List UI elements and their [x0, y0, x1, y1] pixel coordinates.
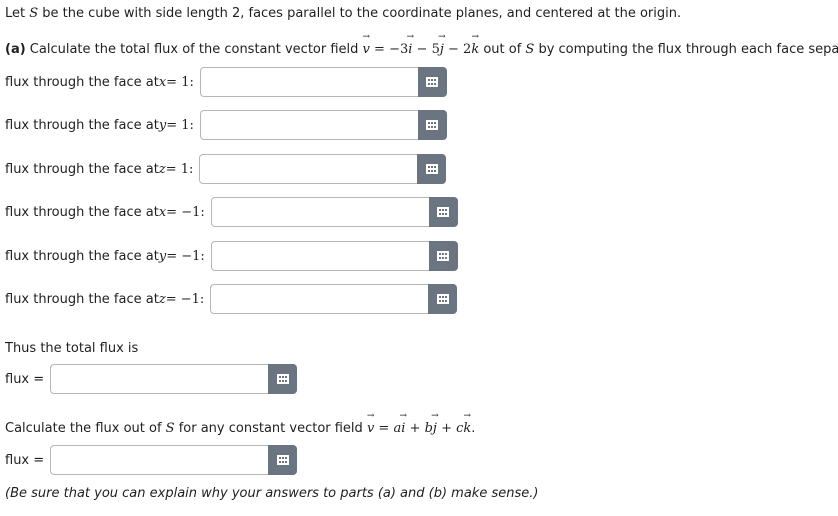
grid-icon[interactable]	[428, 241, 458, 271]
face-var: y	[158, 117, 167, 133]
face-eq: = −1:	[165, 291, 205, 307]
answer-group	[199, 154, 447, 184]
flux-label: flux =	[5, 452, 45, 468]
part-a-prompt: (a) Calculate the total flux of the cons…	[5, 42, 838, 57]
face-var: y	[158, 248, 167, 264]
plus: +	[405, 421, 425, 436]
intro-text-a: Let	[5, 6, 30, 21]
period: .	[471, 421, 476, 436]
part-a-coef-k: − 2	[443, 42, 472, 57]
part-b-text2: for any constant vector field	[174, 421, 367, 436]
part-b-text: Calculate the flux out of	[5, 421, 166, 436]
answer-input-face-z-pos[interactable]	[199, 154, 418, 184]
flux-label: flux =	[5, 371, 45, 387]
part-b-flux-row: flux =	[5, 445, 298, 475]
answer-input-face-x-pos[interactable]	[199, 67, 418, 97]
part-a-label: (a)	[5, 42, 26, 57]
face-label: flux through the face at	[5, 248, 159, 264]
part-b-prompt: Calculate the flux out of S for any cons…	[5, 421, 475, 436]
surface-symbol: S	[525, 42, 535, 57]
unit-i: i	[408, 42, 412, 57]
answer-input-face-y-pos[interactable]	[199, 110, 418, 140]
unit-k: k	[463, 421, 471, 436]
surface-symbol: S	[29, 6, 39, 21]
unit-j: j	[433, 421, 437, 436]
face-row-z-pos: flux through the face at z = 1:	[5, 154, 447, 184]
grid-icon[interactable]	[428, 284, 458, 314]
grid-icon[interactable]	[268, 445, 298, 475]
answer-group	[199, 67, 447, 97]
part-b-eq: =	[374, 421, 394, 436]
face-var: z	[158, 161, 166, 177]
part-a-coef-j: − 5	[412, 42, 440, 57]
coef-c: c	[456, 421, 464, 436]
face-eq: = 1:	[166, 117, 194, 133]
answer-input-general-flux[interactable]	[50, 445, 269, 475]
face-row-y-neg: flux through the face at y = −1:	[5, 241, 458, 271]
grid-icon[interactable]	[417, 110, 447, 140]
answer-input-total-flux[interactable]	[50, 364, 269, 394]
explanation-note: (Be sure that you can explain why your a…	[5, 486, 539, 501]
face-eq: = 1:	[165, 161, 194, 177]
grid-icon[interactable]	[268, 364, 298, 394]
face-var: x	[158, 74, 167, 90]
answer-input-face-x-neg[interactable]	[210, 197, 429, 227]
grid-icon[interactable]	[417, 67, 447, 97]
coef-a: a	[393, 421, 402, 436]
face-label: flux through the face at	[5, 161, 159, 177]
face-eq: = 1:	[166, 74, 194, 90]
answer-group	[210, 241, 458, 271]
total-flux-row: flux =	[5, 364, 298, 394]
vector-v: v	[363, 42, 370, 57]
face-label: flux through the face at	[5, 291, 159, 307]
intro-text-b: be the cube with side length 2, faces pa…	[38, 6, 682, 21]
unit-k: k	[471, 42, 479, 57]
part-a-eq: = −3	[369, 42, 409, 57]
face-label: flux through the face at	[5, 74, 159, 90]
vector-v: v	[367, 421, 374, 436]
unit-j: j	[440, 42, 444, 57]
face-row-y-pos: flux through the face at y = 1:	[5, 110, 447, 140]
part-a-text: Calculate the total flux of the constant…	[25, 42, 363, 57]
face-label: flux through the face at	[5, 204, 159, 220]
part-a-text3: by computing the flux through each face …	[538, 42, 838, 57]
answer-input-face-z-neg[interactable]	[210, 284, 429, 314]
answer-group	[199, 110, 447, 140]
total-flux-text: Thus the total flux is	[5, 341, 139, 356]
face-eq: = −1:	[166, 204, 205, 220]
face-eq: = −1:	[166, 248, 205, 264]
coef-b: b	[424, 421, 433, 436]
grid-icon[interactable]	[428, 197, 458, 227]
unit-i: i	[401, 421, 405, 436]
answer-input-face-y-neg[interactable]	[210, 241, 429, 271]
answer-group	[50, 364, 298, 394]
face-var: x	[158, 204, 167, 220]
face-row-x-neg: flux through the face at x = −1:	[5, 197, 458, 227]
face-row-x-pos: flux through the face at x = 1:	[5, 67, 447, 97]
face-label: flux through the face at	[5, 117, 159, 133]
part-a-text2: out of	[479, 42, 526, 57]
grid-icon[interactable]	[417, 154, 447, 184]
answer-group	[210, 284, 458, 314]
face-var: z	[158, 291, 166, 307]
intro-text: Let S be the cube with side length 2, fa…	[5, 6, 681, 21]
face-row-z-neg: flux through the face at z = −1:	[5, 284, 458, 314]
surface-symbol: S	[165, 421, 175, 436]
plus: +	[436, 421, 457, 436]
answer-group	[210, 197, 458, 227]
answer-group	[50, 445, 298, 475]
